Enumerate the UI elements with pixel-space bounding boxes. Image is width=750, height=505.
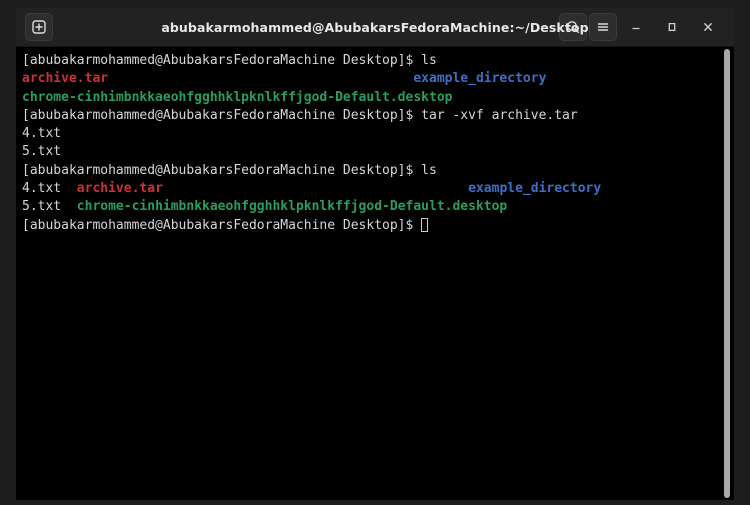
minimize-icon[interactable] (621, 14, 651, 40)
terminal-text-default: tar -xvf archive.tar (421, 107, 578, 123)
terminal-text-default: [abubakarmohammed@AbubakarsFedoraMachine… (22, 217, 422, 233)
window-titlebar[interactable]: abubakarmohammed@AbubakarsFedoraMachine:… (16, 8, 734, 47)
terminal-output[interactable]: [abubakarmohammed@AbubakarsFedoraMachine… (16, 47, 720, 500)
close-icon[interactable] (693, 14, 723, 40)
terminal-text-default: 4.txt (22, 181, 77, 197)
terminal-window: abubakarmohammed@AbubakarsFedoraMachine:… (16, 8, 734, 500)
terminal-text-blue: example_directory (413, 71, 547, 87)
terminal-text-green: chrome-cinhimbnkkaeohfgghhklpknlkffjgod-… (76, 199, 508, 215)
terminal-output-line: 5.txt chrome-cinhimbnkkaeohfgghhklpknlkf… (22, 198, 720, 216)
terminal-text-blue: example_directory (468, 181, 602, 197)
terminal-text-red: archive.tar (22, 71, 109, 87)
terminal-output-line: 5.txt (22, 143, 720, 161)
terminal-output-line: 4.txt (22, 125, 720, 143)
maximize-icon[interactable] (657, 14, 687, 40)
terminal-prompt-line: [abubakarmohammed@AbubakarsFedoraMachine… (22, 162, 720, 180)
terminal-text-default: 5.txt (22, 144, 62, 160)
titlebar-left-controls (20, 13, 54, 41)
terminal-prompt-line: [abubakarmohammed@AbubakarsFedoraMachine… (22, 217, 720, 235)
scrollbar-thumb[interactable] (724, 49, 730, 498)
terminal-text-default: 5.txt (22, 199, 77, 215)
terminal-output-line: chrome-cinhimbnkkaeohfgghhklpknlkffjgod-… (22, 89, 720, 107)
terminal-text-default: ls (421, 53, 437, 68)
terminal-prompt-line: [abubakarmohammed@AbubakarsFedoraMachine… (22, 52, 720, 70)
terminal-body[interactable]: [abubakarmohammed@AbubakarsFedoraMachine… (16, 47, 734, 500)
terminal-output-line: archive.tar example_directory (22, 70, 720, 88)
desktop-background: abubakarmohammed@AbubakarsFedoraMachine:… (0, 0, 750, 505)
terminal-output-line: 4.txt archive.tar example_directory (22, 180, 720, 198)
hamburger-menu-icon[interactable] (589, 13, 617, 41)
terminal-scrollbar[interactable] (720, 47, 734, 500)
titlebar-right-controls (558, 13, 730, 41)
terminal-text-default: [abubakarmohammed@AbubakarsFedoraMachine… (22, 162, 422, 178)
terminal-text-default (163, 181, 468, 196)
search-icon[interactable] (559, 13, 587, 41)
terminal-text-default: 4.txt (22, 126, 62, 142)
terminal-text-default: ls (421, 162, 437, 178)
terminal-text-green: chrome-cinhimbnkkaeohfgghhklpknlkffjgod-… (22, 89, 453, 105)
terminal-text-default (108, 71, 413, 86)
new-tab-icon[interactable] (25, 13, 53, 41)
terminal-text-default: [abubakarmohammed@AbubakarsFedoraMachine… (22, 53, 422, 68)
terminal-text-default: [abubakarmohammed@AbubakarsFedoraMachine… (22, 107, 422, 123)
terminal-prompt-line: [abubakarmohammed@AbubakarsFedoraMachine… (22, 107, 720, 125)
terminal-text-red: archive.tar (76, 181, 163, 197)
terminal-cursor (421, 217, 429, 232)
